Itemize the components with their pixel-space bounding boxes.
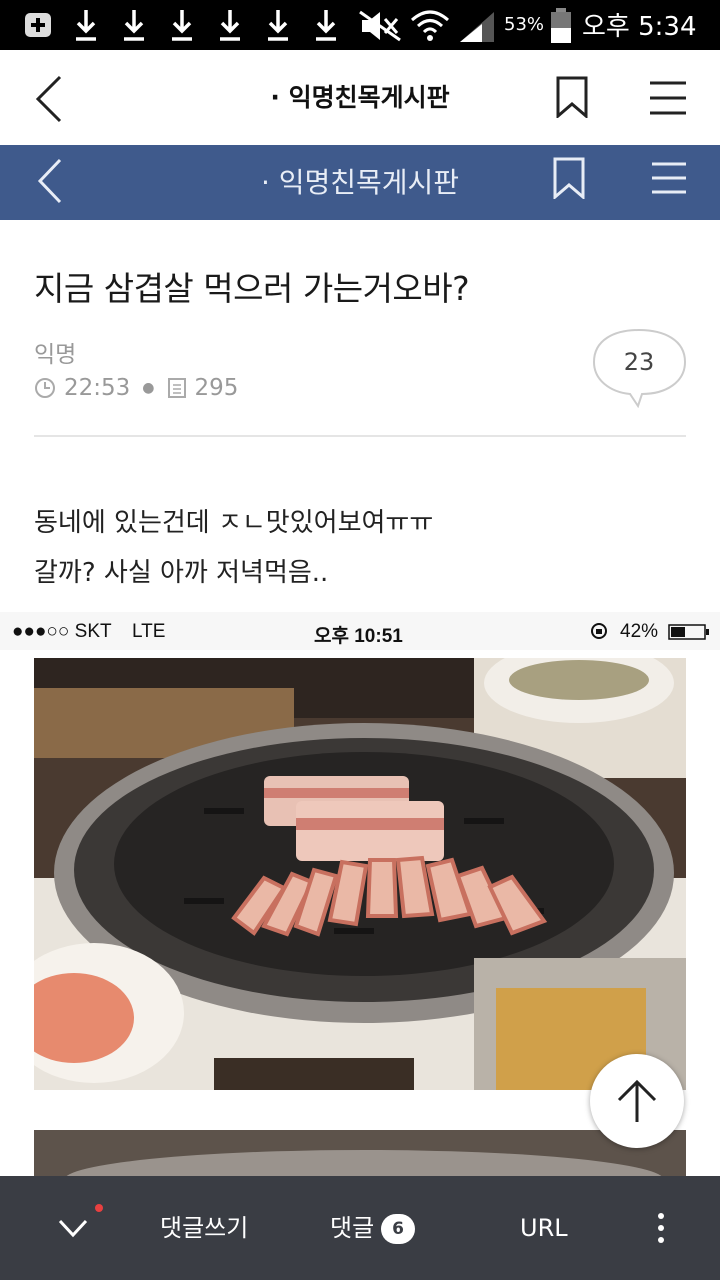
post-body-line: 동네에 있는건데 ㅈㄴ맛있어보여ㅠㅠ <box>34 508 434 538</box>
grill-photo <box>34 1130 686 1180</box>
embedded-network: LTE <box>132 621 166 642</box>
download-icon <box>172 10 192 41</box>
status-bar: 53% 오후 5:34 <box>0 0 720 50</box>
post-time: 22:53 <box>64 375 131 401</box>
chevron-down-icon[interactable] <box>58 1218 88 1238</box>
download-icon <box>316 10 336 41</box>
download-icon <box>268 10 288 41</box>
wifi-icon <box>411 10 449 41</box>
arrow-up-icon <box>617 1079 657 1122</box>
download-icon <box>220 10 240 41</box>
embedded-carrier: ●●●○○ SKT <box>12 621 112 642</box>
app-header: · 익명친목게시판 <box>0 50 720 145</box>
embedded-battery: 42% <box>620 621 659 642</box>
more-vertical-icon[interactable] <box>656 1212 666 1244</box>
bottom-action-bar: 댓글쓰기 댓글 URL <box>0 1176 720 1280</box>
embedded-status-bar: ●●●○○ SKT LTE 오후 10:51 42% <box>0 612 720 650</box>
battery-percent: 53% <box>504 14 545 35</box>
post-image <box>34 1130 686 1180</box>
menu-icon[interactable] <box>650 161 688 195</box>
post-views: 295 <box>194 375 239 401</box>
menu-icon[interactable] <box>648 80 688 116</box>
comment-count[interactable]: 23 <box>592 328 686 396</box>
notification-icon <box>25 13 51 37</box>
grill-photo <box>34 658 686 1090</box>
embedded-time: 오후 10:51 <box>314 626 403 647</box>
post-meta: 22:53 ● 295 <box>34 372 238 404</box>
notification-dot <box>95 1204 103 1212</box>
post-author: 익명 <box>34 342 77 368</box>
post-body-line: 갈까? 사실 아까 저녁먹음.. <box>34 558 329 588</box>
clock-icon <box>35 378 55 398</box>
bookmark-icon[interactable] <box>556 76 588 118</box>
scroll-to-top-button[interactable] <box>590 1054 684 1148</box>
url-button[interactable]: URL <box>520 1176 568 1280</box>
mute-icon <box>359 10 401 42</box>
board-title: · 익명친목게시판 <box>270 83 450 112</box>
embedded-battery-icon <box>668 624 709 640</box>
divider <box>34 435 686 437</box>
post-title: 지금 삼겹살 먹으러 가는거오바? <box>34 269 470 308</box>
download-icon <box>124 10 144 41</box>
sticky-header: · 익명친목게시판 <box>0 145 720 220</box>
comments-button[interactable]: 댓글 <box>330 1176 374 1280</box>
signal-icon <box>460 12 494 42</box>
battery-icon <box>551 8 571 43</box>
sticky-board-title: · 익명친목게시판 <box>260 166 460 199</box>
meta-separator-dot: ● <box>142 380 155 396</box>
clock: 오후 5:34 <box>582 12 697 42</box>
comments-count-badge[interactable]: 6 <box>381 1214 415 1244</box>
post-body: 동네에 있는건데 ㅈㄴ맛있어보여ㅠㅠ 갈까? 사실 아까 저녁먹음.. <box>34 498 433 598</box>
download-icon <box>76 10 96 41</box>
views-icon <box>167 378 186 398</box>
post-image <box>34 658 686 1090</box>
bookmark-icon[interactable] <box>553 157 585 199</box>
write-comment-button[interactable]: 댓글쓰기 <box>160 1176 248 1280</box>
lock-rotation-icon <box>591 623 607 639</box>
